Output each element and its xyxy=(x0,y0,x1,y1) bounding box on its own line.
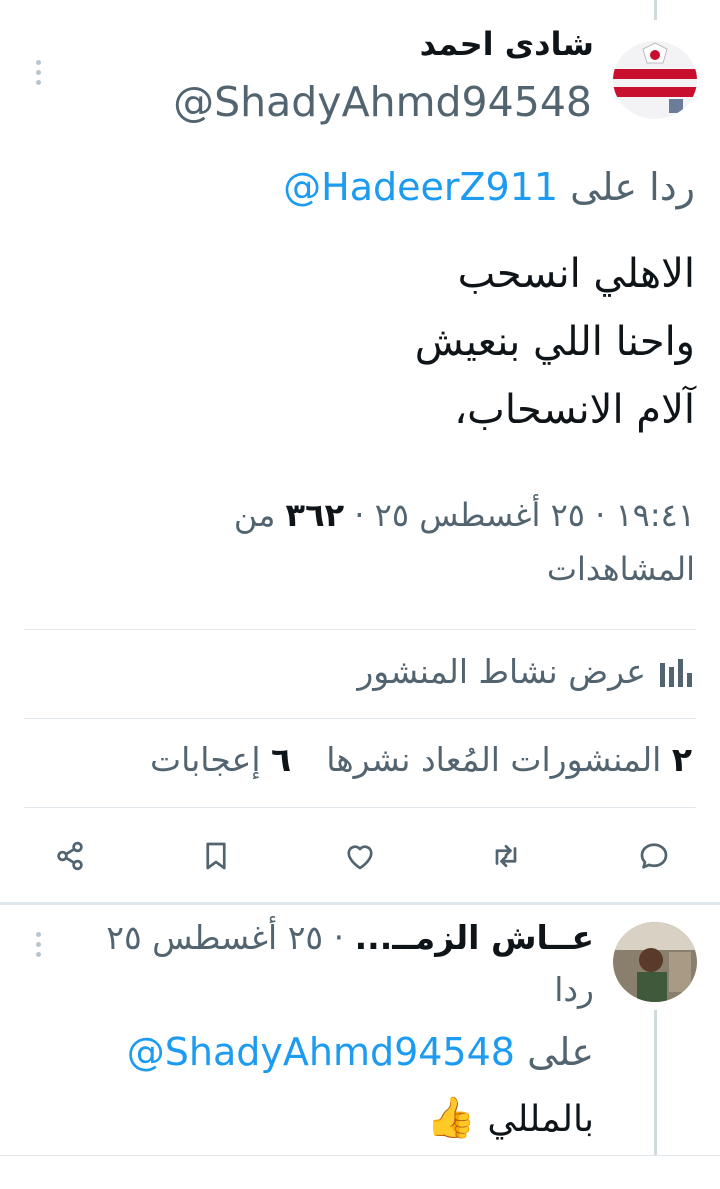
divider xyxy=(24,807,696,808)
meta-separator: · xyxy=(354,496,365,534)
reply-prefix: ردا على xyxy=(570,165,695,209)
thumbs-up-icon: 👍 xyxy=(426,1095,476,1141)
meta-separator: · xyxy=(595,496,606,534)
repost-button[interactable] xyxy=(486,836,526,876)
thread-line-top xyxy=(654,0,657,20)
post-activity-link[interactable]: عرض نشاط المنشور xyxy=(357,652,692,691)
avatar[interactable] xyxy=(613,41,697,119)
reposts-count: ٢ xyxy=(671,740,692,779)
divider xyxy=(24,718,696,719)
views-label-2: المشاهدات xyxy=(546,550,695,588)
share-icon xyxy=(57,841,83,871)
likes-count: ٦ xyxy=(271,740,292,779)
tweet-text-line: واحنا اللي بنعيش xyxy=(414,319,695,365)
likes-label: إعجابات xyxy=(150,740,261,779)
analytics-icon xyxy=(660,657,692,687)
like-button[interactable] xyxy=(340,836,380,876)
section-divider xyxy=(0,902,720,905)
activity-label: عرض نشاط المنشور xyxy=(357,652,646,691)
reply-prefix-2: على xyxy=(527,1030,594,1074)
reply-more-options-icon[interactable] xyxy=(36,932,42,962)
views-label: من xyxy=(233,496,276,534)
reply-header: عــاش الزمــ... · ٢٥ أغسطس ٢٥ xyxy=(106,918,594,957)
reply-icon xyxy=(640,843,668,869)
tweet-meta: ١٩:٤١ · ٢٥ أغسطس ٢٥ · ٣٦٢ من المشاهدات xyxy=(155,488,695,596)
reply-dot: · xyxy=(333,918,345,957)
reply-to-link[interactable]: @HadeerZ911 xyxy=(283,165,558,209)
reply-button[interactable] xyxy=(634,836,674,876)
repost-icon xyxy=(495,844,517,868)
likes-stat[interactable]: ٦ إعجابات xyxy=(150,740,291,779)
bottom-divider xyxy=(0,1155,720,1156)
reply-prefix-1: ردا xyxy=(554,970,594,1009)
reply-text-body: بالمللي xyxy=(487,1099,594,1140)
tweet-text: الاهلي انسحب واحنا اللي بنعيش آلام الانس… xyxy=(415,240,695,444)
views-count: ٣٦٢ xyxy=(285,496,345,534)
heart-icon xyxy=(347,845,373,870)
divider xyxy=(24,629,696,630)
tweet-stats: ٢ المنشورات المُعاد نشرها ٦ إعجابات xyxy=(150,740,692,779)
reply-context-2: على @ShadyAhmd94548 xyxy=(127,1030,594,1074)
reply-text: بالمللي 👍 xyxy=(426,1094,594,1141)
thread-line-reply xyxy=(654,1010,657,1155)
tweet-date[interactable]: ٢٥ أغسطس ٢٥ xyxy=(375,496,585,534)
tweet-text-line: الاهلي انسحب xyxy=(457,251,695,297)
share-button[interactable] xyxy=(50,836,90,876)
tweet-text-line: آلام الانسحاب، xyxy=(454,387,695,433)
display-name[interactable]: شادى احمد xyxy=(420,25,594,63)
bookmark-button[interactable] xyxy=(196,836,236,876)
reply-to-link[interactable]: @ShadyAhmd94548 xyxy=(127,1030,515,1074)
tweet-time[interactable]: ١٩:٤١ xyxy=(615,496,695,534)
reply-avatar[interactable] xyxy=(613,922,697,1002)
reply-display-name[interactable]: عــاش الزمــ... xyxy=(355,918,594,957)
bookmark-icon xyxy=(206,842,226,870)
user-handle[interactable]: @ShadyAhmd94548 xyxy=(173,78,592,126)
more-options-icon[interactable] xyxy=(36,60,42,90)
reply-date[interactable]: ٢٥ أغسطس ٢٥ xyxy=(106,918,323,957)
reposts-stat[interactable]: ٢ المنشورات المُعاد نشرها xyxy=(316,740,692,779)
reposts-label: المنشورات المُعاد نشرها xyxy=(326,740,662,779)
reply-context: ردا على @HadeerZ911 xyxy=(283,165,695,209)
